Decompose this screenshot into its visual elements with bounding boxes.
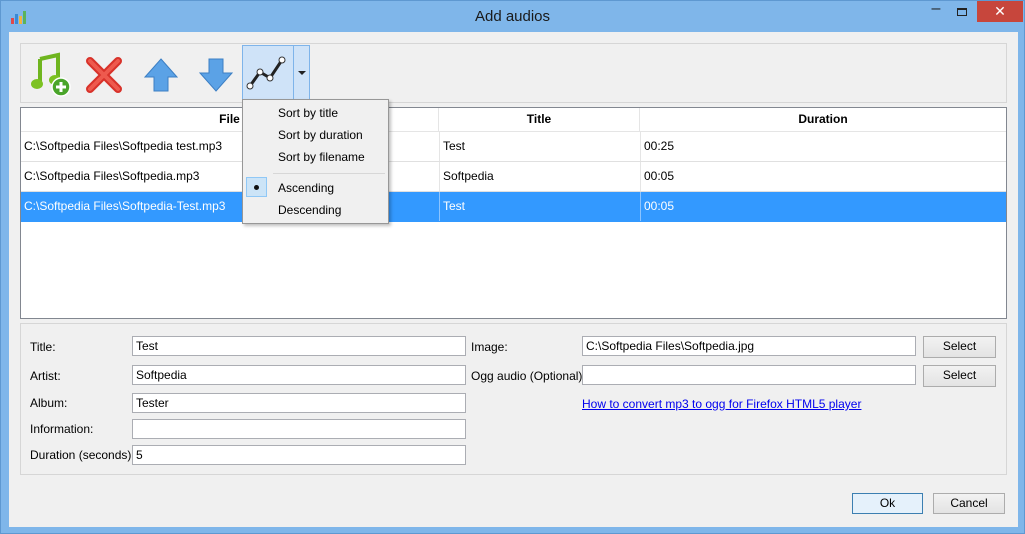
- toolbar: [20, 43, 1007, 103]
- sort-menu: Sort by title Sort by duration Sort by f…: [242, 99, 389, 224]
- image-label: Image:: [471, 340, 508, 354]
- maximize-button[interactable]: [949, 2, 975, 22]
- menu-separator: [273, 173, 385, 174]
- ogg-audio-input[interactable]: [582, 365, 916, 385]
- bullet-icon: [254, 185, 259, 190]
- window-title: Add audios: [474, 8, 551, 25]
- select-ogg-button[interactable]: Select: [923, 365, 996, 387]
- dialog-client-area: File Title Duration C:\Softpedia Files\S…: [9, 32, 1018, 527]
- cancel-button[interactable]: Cancel: [933, 493, 1005, 514]
- title-bar[interactable]: Add audios – ✕: [1, 1, 1024, 32]
- artist-label: Artist:: [30, 369, 61, 383]
- table-row[interactable]: C:\Softpedia Files\Softpedia test.mp3 Te…: [21, 132, 1006, 162]
- title-label: Title:: [30, 340, 56, 354]
- add-audio-button[interactable]: [25, 48, 75, 100]
- delete-x-icon: [86, 57, 122, 93]
- duration-label: Duration (seconds):: [30, 448, 135, 462]
- information-label: Information:: [30, 422, 94, 436]
- dropdown-arrow-icon[interactable]: [298, 71, 306, 75]
- ogg-audio-label: Ogg audio (Optional):: [471, 369, 586, 383]
- sort-dropdown-button[interactable]: [242, 45, 310, 103]
- convert-mp3-ogg-link[interactable]: How to convert mp3 to ogg for Firefox HT…: [582, 397, 861, 411]
- cell-duration: 00:05: [644, 169, 675, 183]
- audio-details-panel: Title: Artist: Album: Information: Durat…: [20, 323, 1007, 475]
- arrow-down-icon: [198, 58, 234, 92]
- maximize-icon: [957, 8, 967, 16]
- cell-duration: 00:25: [644, 139, 675, 153]
- column-header-duration[interactable]: Duration: [640, 108, 1006, 132]
- add-audios-window: Add audios – ✕ File Title Duration C:\So…: [0, 0, 1025, 534]
- menu-item-sort-by-duration[interactable]: Sort by duration: [278, 125, 363, 145]
- move-up-button[interactable]: [136, 48, 186, 100]
- minimize-button[interactable]: –: [923, 1, 949, 22]
- table-row[interactable]: C:\Softpedia Files\Softpedia.mp3 Softped…: [21, 162, 1006, 192]
- arrow-up-icon: [143, 58, 179, 92]
- select-image-button[interactable]: Select: [923, 336, 996, 358]
- menu-item-descending[interactable]: Descending: [278, 200, 341, 220]
- sort-graph-icon: [246, 56, 286, 90]
- cell-title: Test: [443, 199, 466, 213]
- image-path-input[interactable]: [582, 336, 916, 356]
- close-button[interactable]: ✕: [977, 1, 1023, 22]
- information-input[interactable]: [132, 419, 466, 439]
- table-row-selected[interactable]: C:\Softpedia Files\Softpedia-Test.mp3 Te…: [21, 192, 1006, 222]
- move-down-button[interactable]: [191, 48, 241, 100]
- duration-input[interactable]: [132, 445, 466, 465]
- album-label: Album:: [30, 396, 68, 410]
- menu-item-sort-by-filename[interactable]: Sort by filename: [278, 147, 365, 167]
- split-divider: [293, 46, 294, 102]
- cell-title: Softpedia: [443, 169, 494, 183]
- ok-button[interactable]: Ok: [852, 493, 923, 514]
- column-header-title[interactable]: Title: [439, 108, 640, 132]
- artist-input[interactable]: [132, 365, 466, 385]
- radio-check-indicator: [246, 177, 267, 197]
- remove-audio-button[interactable]: [79, 48, 129, 100]
- album-input[interactable]: [132, 393, 466, 413]
- cell-title: Test: [443, 139, 466, 153]
- title-input[interactable]: [132, 336, 466, 356]
- audio-file-table[interactable]: File Title Duration C:\Softpedia Files\S…: [20, 107, 1007, 319]
- add-audio-icon: [31, 52, 71, 97]
- cell-duration: 00:05: [644, 199, 675, 213]
- menu-item-ascending[interactable]: Ascending: [278, 178, 334, 198]
- menu-item-sort-by-title[interactable]: Sort by title: [278, 103, 338, 123]
